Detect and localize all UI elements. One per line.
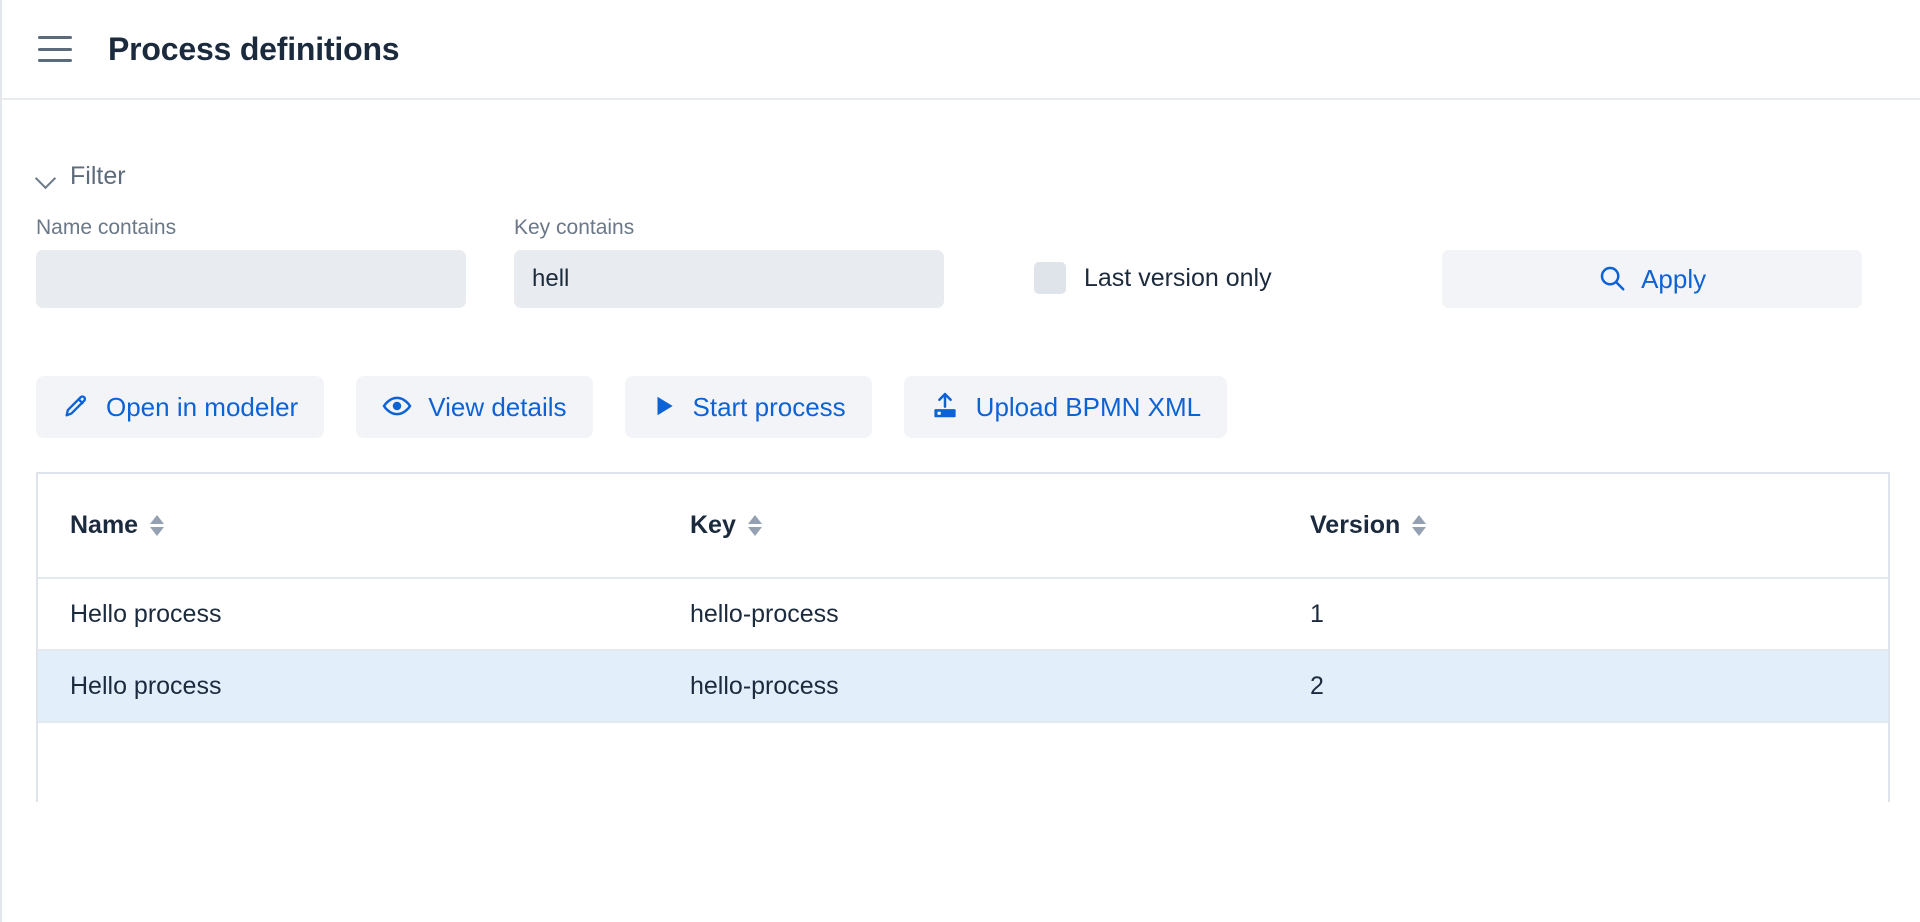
table-row[interactable]: Hello process hello-process 2 (38, 650, 1888, 723)
sort-icon[interactable] (150, 515, 165, 536)
column-header-key-label: Key (690, 511, 736, 539)
last-version-only-checkbox[interactable] (1034, 262, 1066, 294)
app-root: Process definitions Filter Name contains… (0, 0, 1920, 922)
chevron-down-icon (36, 166, 58, 188)
cell-name: Hello process (38, 578, 658, 651)
key-contains-label: Key contains (514, 216, 635, 239)
apply-button-label: Apply (1641, 263, 1707, 294)
column-header-version[interactable]: Version (1278, 474, 1888, 579)
filter-toggle-label: Filter (70, 162, 126, 190)
view-details-button[interactable]: View details (356, 376, 593, 438)
process-definitions-table: Name Key Version Hello process hello-pro… (36, 472, 1890, 802)
play-icon (651, 393, 677, 422)
open-in-modeler-button[interactable]: Open in modeler (36, 376, 325, 438)
column-header-name[interactable]: Name (38, 474, 658, 579)
name-contains-label: Name contains (36, 216, 177, 239)
key-contains-field-group: Key contains (514, 217, 944, 308)
pencil-icon (62, 392, 90, 423)
name-contains-input[interactable] (36, 250, 466, 308)
apply-button[interactable]: Apply (1441, 250, 1862, 308)
upload-icon (930, 391, 960, 424)
search-icon (1597, 263, 1627, 296)
table-header-row: Name Key Version (38, 474, 1888, 579)
start-process-button[interactable]: Start process (624, 376, 872, 438)
last-version-only-checkbox-group[interactable]: Last version only (1034, 262, 1272, 294)
column-header-name-label: Name (70, 511, 139, 539)
open-in-modeler-label: Open in modeler (106, 391, 299, 422)
name-contains-field-group: Name contains (36, 217, 466, 308)
last-version-only-label: Last version only (1084, 263, 1272, 292)
start-process-label: Start process (692, 391, 846, 422)
action-buttons-row: Open in modeler View details Start proce… (2, 376, 1920, 438)
cell-version: 1 (1278, 578, 1888, 651)
column-header-key[interactable]: Key (658, 474, 1278, 579)
upload-bpmn-xml-label: Upload BPMN XML (975, 391, 1202, 422)
cell-key: hello-process (658, 578, 1278, 651)
sort-icon[interactable] (1412, 515, 1427, 536)
hamburger-icon[interactable] (38, 36, 72, 62)
upload-bpmn-xml-button[interactable]: Upload BPMN XML (903, 376, 1228, 438)
column-header-version-label: Version (1310, 511, 1401, 539)
eye-icon (382, 391, 412, 424)
table-body: Hello process hello-process 1 Hello proc… (38, 578, 1888, 723)
filter-toggle[interactable]: Filter (36, 162, 166, 191)
sort-icon[interactable] (747, 515, 762, 536)
cell-key: hello-process (658, 650, 1278, 723)
cell-name: Hello process (38, 650, 658, 723)
page-title: Process definitions (108, 30, 400, 67)
filter-section: Filter Name contains Key contains Last v… (2, 162, 1920, 308)
filter-controls-row: Name contains Key contains Last version … (36, 217, 1886, 308)
table-head: Name Key Version (38, 474, 1888, 579)
app-header: Process definitions (2, 0, 1920, 100)
view-details-label: View details (428, 391, 567, 422)
table-row[interactable]: Hello process hello-process 1 (38, 578, 1888, 651)
key-contains-input[interactable] (514, 250, 944, 308)
cell-version: 2 (1278, 650, 1888, 723)
